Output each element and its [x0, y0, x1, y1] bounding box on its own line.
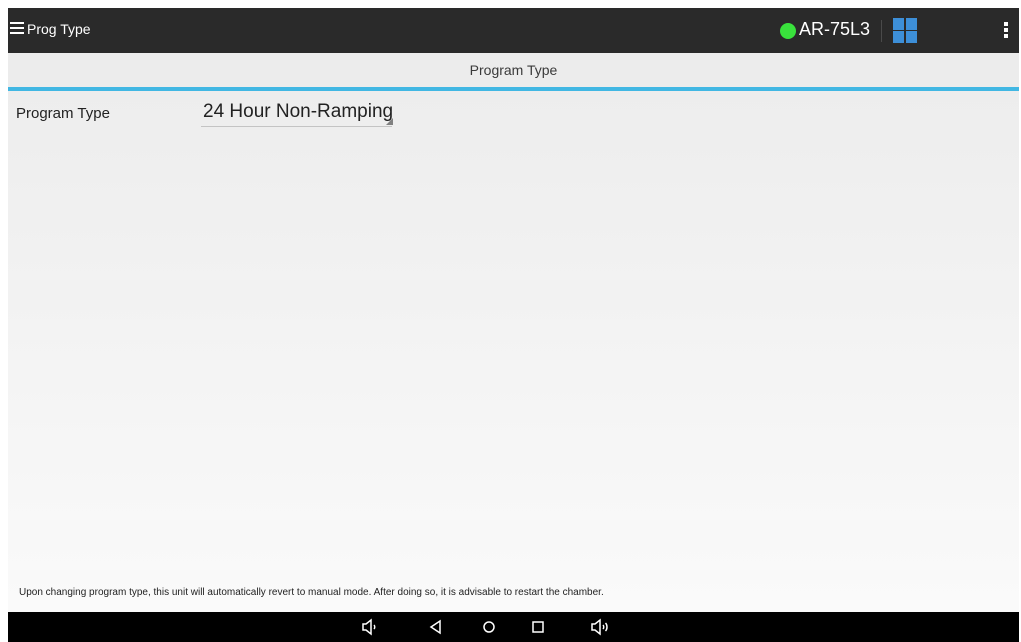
app-screen: Prog Type AR-75L3 Program Type Program T…	[8, 8, 1019, 642]
program-type-label: Program Type	[16, 105, 110, 122]
grid-icon[interactable]	[893, 18, 917, 43]
dropdown-underline	[201, 126, 392, 127]
overflow-menu-icon[interactable]	[1003, 22, 1009, 40]
volume-down-icon[interactable]	[360, 617, 382, 637]
recents-icon[interactable]	[527, 617, 549, 637]
app-bar: Prog Type AR-75L3	[8, 8, 1019, 53]
section-header: Program Type	[8, 53, 1019, 87]
program-type-value: 24 Hour Non-Ramping	[203, 101, 394, 122]
system-nav-bar	[8, 612, 1019, 642]
menu-icon[interactable]	[10, 22, 24, 36]
app-title: Prog Type	[27, 21, 91, 37]
footer-note: Upon changing program type, this unit wi…	[19, 587, 604, 598]
device-name[interactable]: AR-75L3	[799, 19, 870, 40]
connection-status-icon	[780, 23, 796, 39]
app-bar-divider	[881, 20, 882, 42]
program-type-dropdown[interactable]: 24 Hour Non-Ramping	[201, 101, 401, 127]
volume-up-icon[interactable]	[589, 617, 611, 637]
back-icon[interactable]	[425, 617, 447, 637]
dropdown-arrow-icon	[386, 118, 393, 125]
home-icon[interactable]	[478, 617, 500, 637]
main-content: Program Type 24 Hour Non-Ramping Upon ch…	[8, 91, 1019, 612]
